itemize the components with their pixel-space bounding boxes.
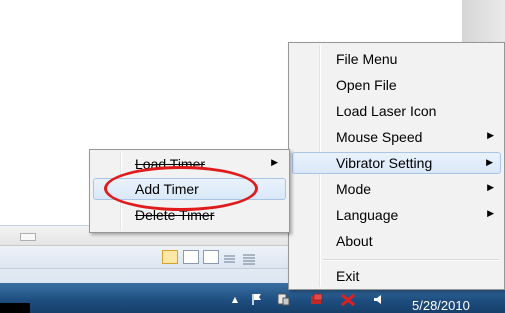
submenu-arrow-icon: ▶: [487, 208, 494, 218]
taskbar-edge: [0, 303, 30, 313]
full-screen-reading-icon[interactable]: [183, 250, 199, 264]
menu-separator: [323, 259, 499, 261]
menu-item-label: Open File: [336, 77, 397, 93]
print-layout-view-icon[interactable]: [162, 250, 178, 264]
network-icon[interactable]: [310, 293, 324, 306]
menu-item-label: Load Laser Icon: [336, 103, 437, 119]
device-icon[interactable]: [276, 293, 290, 306]
draft-view-icon[interactable]: [242, 250, 256, 265]
submenu-arrow-icon: ▶: [486, 157, 493, 167]
tray-context-menu: File Menu Open File Load Laser Icon Mous…: [288, 42, 505, 290]
menu-item-label: Mode: [336, 181, 372, 197]
menu-item-label: Exit: [336, 268, 360, 284]
clock-date[interactable]: 5/28/2010: [412, 298, 470, 313]
menu-item-about[interactable]: About: [292, 230, 501, 252]
warning-x-icon[interactable]: [340, 293, 355, 307]
submenu-arrow-icon: ▶: [487, 182, 494, 192]
submenu-arrow-icon: ▶: [271, 157, 278, 167]
show-hidden-icons-icon[interactable]: ▲: [228, 293, 242, 306]
view-toolbar: [0, 246, 300, 269]
menu-item-open-file[interactable]: Open File: [292, 74, 501, 96]
menu-item-mouse-speed[interactable]: Mouse Speed ▶: [292, 126, 501, 148]
annotation-circle: [104, 166, 258, 211]
menu-item-label: Vibrator Setting: [336, 155, 433, 171]
menu-item-mode[interactable]: Mode ▶: [292, 178, 501, 200]
menu-item-language[interactable]: Language ▶: [292, 204, 501, 226]
menu-item-label: About: [336, 233, 373, 249]
submenu-arrow-icon: ▶: [487, 130, 494, 140]
menu-item-label: File Menu: [336, 51, 398, 67]
outline-view-icon[interactable]: [222, 250, 236, 263]
menu-item-label: Language: [336, 207, 399, 223]
menu-item-vibrator-setting[interactable]: Vibrator Setting ▶: [292, 152, 501, 174]
scrollbar-grip[interactable]: [20, 233, 36, 241]
flag-icon[interactable]: [250, 293, 264, 306]
web-layout-icon[interactable]: [203, 250, 219, 264]
menu-item-file-menu[interactable]: File Menu: [292, 48, 501, 70]
menu-item-label: Mouse Speed: [336, 129, 423, 145]
menu-item-load-laser-icon[interactable]: Load Laser Icon: [292, 100, 501, 122]
volume-icon[interactable]: [372, 293, 386, 306]
menu-item-exit[interactable]: Exit: [292, 265, 501, 287]
background-window-edge: [462, 0, 505, 44]
